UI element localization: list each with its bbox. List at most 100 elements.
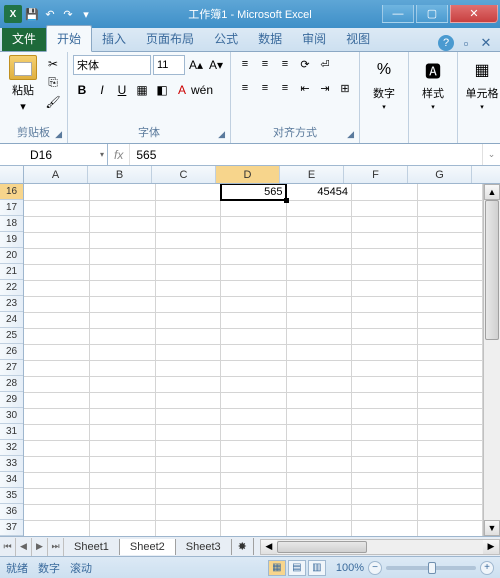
cell-A16[interactable] xyxy=(24,184,90,200)
column-header-E[interactable]: E xyxy=(280,166,344,183)
phonetic-button[interactable]: wén xyxy=(193,81,211,99)
cell-A29[interactable] xyxy=(24,392,90,408)
cell-E26[interactable] xyxy=(286,344,352,360)
tab-formulas[interactable]: 公式 xyxy=(204,26,248,51)
cell-C37[interactable] xyxy=(155,520,221,536)
cell-G17[interactable] xyxy=(417,200,483,216)
cell-B25[interactable] xyxy=(90,328,156,344)
cell-C24[interactable] xyxy=(155,312,221,328)
cell-E36[interactable] xyxy=(286,504,352,520)
redo-icon[interactable]: ↷ xyxy=(60,6,76,22)
cell-C34[interactable] xyxy=(155,472,221,488)
cell-F24[interactable] xyxy=(352,312,418,328)
cell-F32[interactable] xyxy=(352,440,418,456)
cell-B33[interactable] xyxy=(90,456,156,472)
new-sheet-button[interactable]: ✸ xyxy=(232,538,254,555)
row-header-36[interactable]: 36 xyxy=(0,504,23,520)
cell-C36[interactable] xyxy=(155,504,221,520)
cell-C30[interactable] xyxy=(155,408,221,424)
cell-G21[interactable] xyxy=(417,264,483,280)
cell-B17[interactable] xyxy=(90,200,156,216)
cell-D21[interactable] xyxy=(221,264,287,280)
scroll-up-icon[interactable]: ▲ xyxy=(484,184,500,200)
cell-C19[interactable] xyxy=(155,232,221,248)
cell-F37[interactable] xyxy=(352,520,418,536)
cell-B29[interactable] xyxy=(90,392,156,408)
cell-D29[interactable] xyxy=(221,392,287,408)
fill-color-button[interactable]: ◧ xyxy=(153,81,171,99)
excel-icon[interactable]: X xyxy=(4,5,22,23)
cell-E24[interactable] xyxy=(286,312,352,328)
cell-D26[interactable] xyxy=(221,344,287,360)
cell-F23[interactable] xyxy=(352,296,418,312)
cell-G24[interactable] xyxy=(417,312,483,328)
doc-close-icon[interactable]: ✕ xyxy=(478,35,494,51)
cell-D33[interactable] xyxy=(221,456,287,472)
cell-B19[interactable] xyxy=(90,232,156,248)
increase-indent-button[interactable]: ⇥ xyxy=(316,79,334,97)
sheet-tab-2[interactable]: Sheet2 xyxy=(120,539,176,555)
cell-F19[interactable] xyxy=(352,232,418,248)
cell-A33[interactable] xyxy=(24,456,90,472)
cell-E33[interactable] xyxy=(286,456,352,472)
row-header-22[interactable]: 22 xyxy=(0,280,23,296)
cell-G30[interactable] xyxy=(417,408,483,424)
cell-F29[interactable] xyxy=(352,392,418,408)
row-header-31[interactable]: 31 xyxy=(0,424,23,440)
cell-B22[interactable] xyxy=(90,280,156,296)
row-header-35[interactable]: 35 xyxy=(0,488,23,504)
cell-F31[interactable] xyxy=(352,424,418,440)
scroll-left-icon[interactable]: ◀ xyxy=(261,540,277,554)
cell-A31[interactable] xyxy=(24,424,90,440)
expand-formula-bar-icon[interactable]: ⌄ xyxy=(482,144,500,165)
align-right-button[interactable]: ≡ xyxy=(276,79,294,97)
cell-A21[interactable] xyxy=(24,264,90,280)
cell-A36[interactable] xyxy=(24,504,90,520)
fx-icon[interactable]: fx xyxy=(114,148,123,162)
cell-A28[interactable] xyxy=(24,376,90,392)
first-sheet-icon[interactable]: ⏮ xyxy=(0,538,16,556)
name-box[interactable]: D16 ▾ xyxy=(24,144,108,165)
decrease-indent-button[interactable]: ⇤ xyxy=(296,79,314,97)
column-header-A[interactable]: A xyxy=(24,166,88,183)
normal-view-button[interactable]: ▦ xyxy=(268,560,286,576)
page-break-view-button[interactable]: ▥ xyxy=(308,560,326,576)
cell-A18[interactable] xyxy=(24,216,90,232)
chevron-down-icon[interactable]: ▾ xyxy=(100,150,104,159)
save-icon[interactable]: 💾 xyxy=(24,6,40,22)
cell-F25[interactable] xyxy=(352,328,418,344)
row-header-25[interactable]: 25 xyxy=(0,328,23,344)
cell-D16[interactable]: 565 xyxy=(221,184,287,200)
zoom-out-button[interactable]: − xyxy=(368,561,382,575)
row-header-30[interactable]: 30 xyxy=(0,408,23,424)
row-header-24[interactable]: 24 xyxy=(0,312,23,328)
row-header-32[interactable]: 32 xyxy=(0,440,23,456)
cells-area[interactable]: 56545454 xyxy=(24,184,483,536)
cell-E29[interactable] xyxy=(286,392,352,408)
cell-D32[interactable] xyxy=(221,440,287,456)
align-top-button[interactable]: ≡ xyxy=(236,55,254,73)
scroll-track[interactable] xyxy=(484,200,500,520)
cell-D28[interactable] xyxy=(221,376,287,392)
merge-button[interactable]: ⊞ xyxy=(336,79,354,97)
cell-G36[interactable] xyxy=(417,504,483,520)
cell-G20[interactable] xyxy=(417,248,483,264)
cell-E20[interactable] xyxy=(286,248,352,264)
cell-C33[interactable] xyxy=(155,456,221,472)
dialog-launcher-icon[interactable]: ◢ xyxy=(347,129,354,140)
cell-B23[interactable] xyxy=(90,296,156,312)
cell-E18[interactable] xyxy=(286,216,352,232)
cell-F16[interactable] xyxy=(352,184,418,200)
font-size-combo[interactable] xyxy=(153,55,185,75)
styles-button[interactable]: 🅰 样式 ▾ xyxy=(414,55,452,113)
cell-B24[interactable] xyxy=(90,312,156,328)
cell-C26[interactable] xyxy=(155,344,221,360)
tab-home[interactable]: 开始 xyxy=(46,25,92,52)
cell-D22[interactable] xyxy=(221,280,287,296)
increase-font-button[interactable]: A▴ xyxy=(187,56,205,74)
cell-F20[interactable] xyxy=(352,248,418,264)
cell-A35[interactable] xyxy=(24,488,90,504)
tab-view[interactable]: 视图 xyxy=(336,26,380,51)
row-header-27[interactable]: 27 xyxy=(0,360,23,376)
cell-B26[interactable] xyxy=(90,344,156,360)
